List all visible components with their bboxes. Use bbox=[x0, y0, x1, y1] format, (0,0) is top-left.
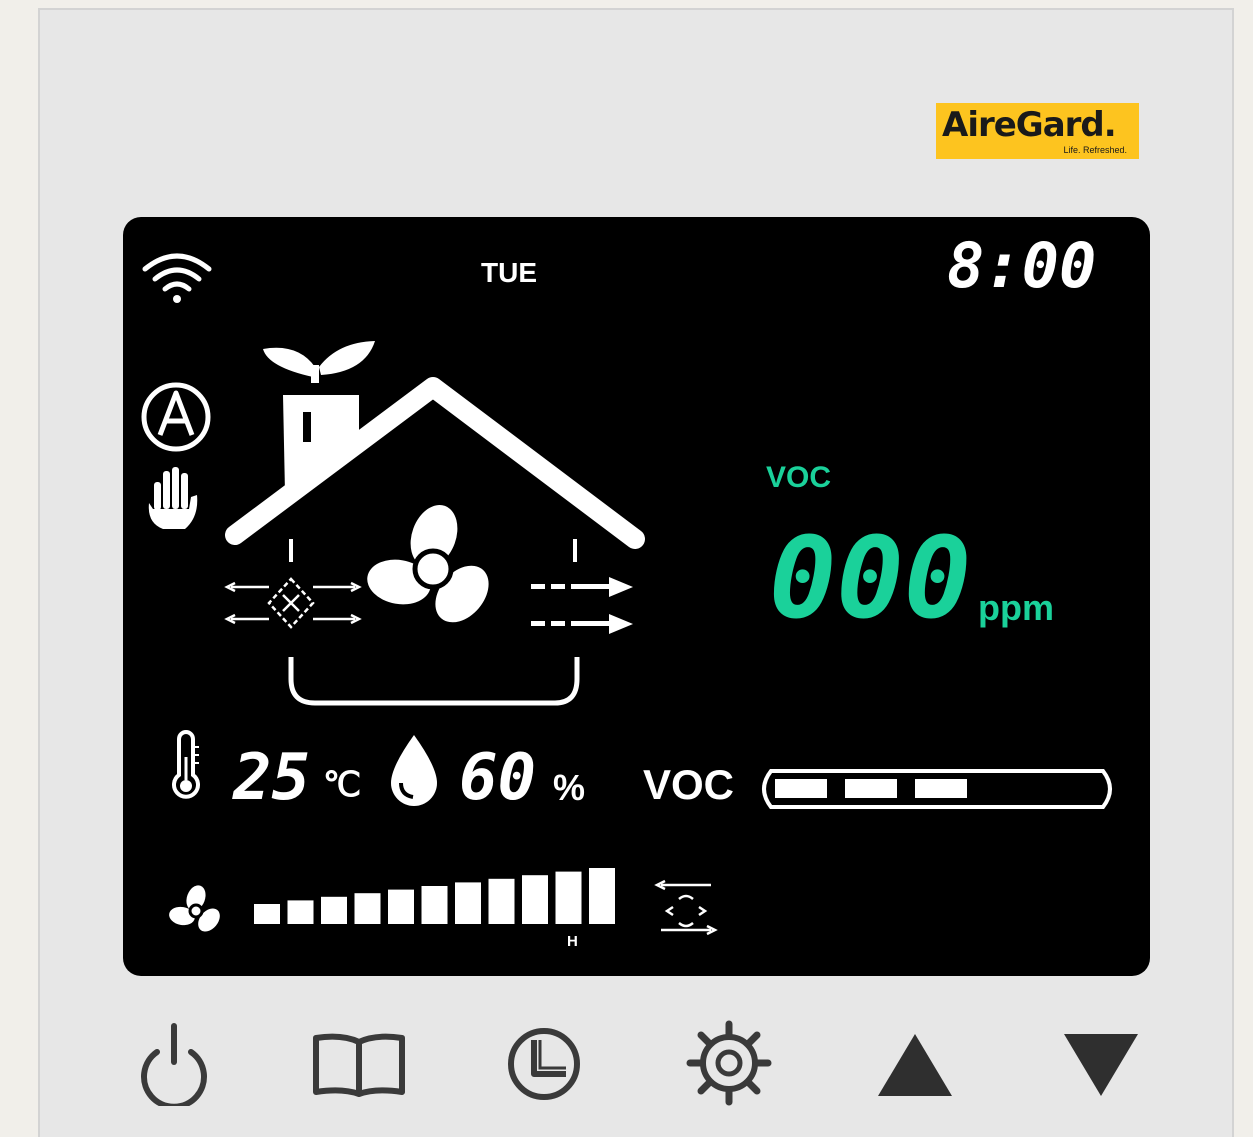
fan-speed-level bbox=[488, 878, 515, 924]
temperature-display: 25 bbox=[232, 741, 310, 815]
fan-speed-bar bbox=[254, 868, 615, 924]
fan-speed-level bbox=[589, 868, 615, 924]
voc-level-segment bbox=[845, 779, 897, 798]
voc-level-bar bbox=[762, 769, 1112, 809]
triangle-down-icon bbox=[1064, 1034, 1138, 1096]
up-button[interactable] bbox=[876, 1032, 954, 1098]
fan-speed-level bbox=[354, 893, 381, 924]
temperature-unit: ℃ bbox=[323, 766, 362, 804]
recirculation-icon bbox=[654, 879, 718, 936]
exhaust-arrows-icon bbox=[531, 577, 633, 634]
fan-speed-level bbox=[555, 871, 582, 924]
clock-display: 8:00 bbox=[947, 229, 1096, 302]
water-drop-icon bbox=[391, 735, 437, 806]
voc-bar-label: VOC bbox=[643, 761, 735, 808]
time-display: 8:00 bbox=[947, 229, 1096, 302]
brand-tagline: Life. Refreshed. bbox=[1063, 145, 1127, 155]
power-button[interactable] bbox=[135, 1022, 213, 1110]
svg-text:000: 000 bbox=[769, 514, 971, 644]
manual-mode-icon bbox=[148, 467, 198, 529]
wifi-icon bbox=[142, 253, 212, 303]
gear-icon bbox=[686, 1020, 772, 1106]
fan-speed-level bbox=[287, 900, 314, 924]
book-icon bbox=[313, 1033, 405, 1097]
thermometer-icon bbox=[172, 730, 200, 799]
voc-title: VOC bbox=[766, 461, 832, 494]
fan-icon bbox=[367, 505, 489, 623]
fan-speed-level bbox=[421, 886, 448, 924]
fan-speed-icon bbox=[169, 885, 220, 932]
lcd-screen: 8:00 000 25 60 TUE VOC ppm ℃ % VOC H bbox=[123, 217, 1150, 976]
brand-name: AireGard. bbox=[942, 105, 1117, 145]
button-row bbox=[0, 1000, 1253, 1137]
settings-button[interactable] bbox=[686, 1020, 772, 1106]
mode-button[interactable] bbox=[312, 1032, 406, 1098]
fan-speed-level bbox=[522, 875, 548, 924]
clock-icon bbox=[508, 1028, 580, 1100]
voc-value-display: 000 bbox=[769, 514, 971, 644]
fan-speed-level bbox=[254, 904, 280, 924]
power-icon bbox=[141, 1023, 207, 1110]
humidity-display: 60 bbox=[459, 741, 536, 815]
day-display: TUE bbox=[481, 257, 537, 288]
heat-exchanger-icon bbox=[224, 577, 362, 629]
fan-speed-level bbox=[388, 889, 414, 924]
fan-speed-level bbox=[321, 896, 347, 924]
down-button[interactable] bbox=[1062, 1032, 1140, 1098]
fan-speed-label: H bbox=[567, 933, 578, 950]
timer-button[interactable] bbox=[506, 1026, 582, 1102]
triangle-up-icon bbox=[878, 1034, 952, 1096]
auto-mode-icon bbox=[141, 382, 211, 452]
humidity-unit: % bbox=[553, 767, 586, 808]
voc-unit: ppm bbox=[978, 587, 1054, 628]
voc-level-segment bbox=[775, 779, 827, 798]
voc-level-segment bbox=[915, 779, 967, 798]
leaf-icon bbox=[263, 341, 375, 383]
fan-speed-level bbox=[455, 882, 481, 924]
brand-logo: AireGard. Life. Refreshed. bbox=[936, 103, 1139, 159]
